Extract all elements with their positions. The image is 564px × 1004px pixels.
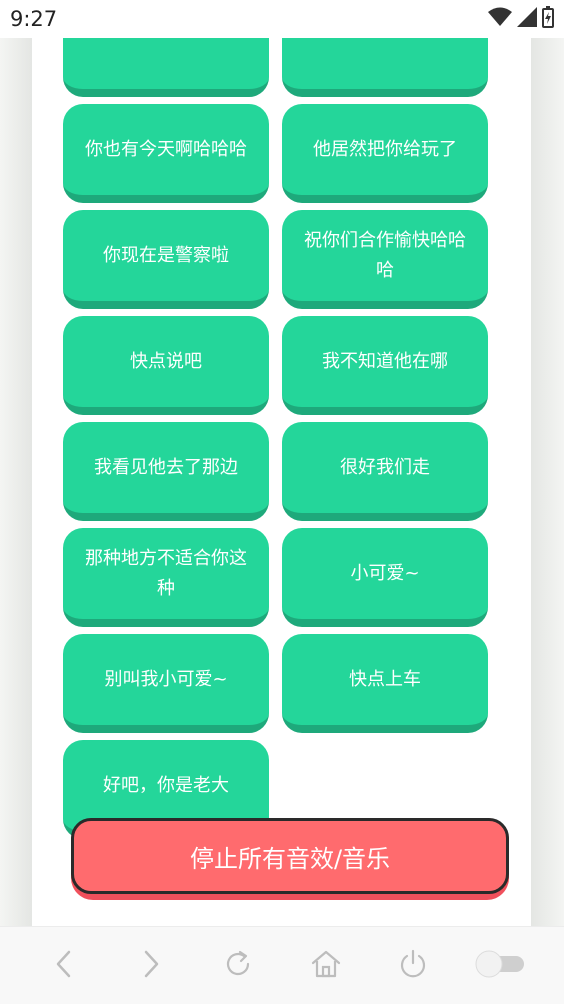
toggle-switch[interactable] bbox=[472, 938, 528, 994]
sound-button[interactable]: 小可爱~ bbox=[282, 528, 488, 627]
home-button[interactable] bbox=[298, 938, 354, 994]
power-button[interactable] bbox=[385, 938, 441, 994]
sound-button[interactable]: 我不知道他在哪 bbox=[282, 316, 488, 415]
back-icon bbox=[53, 949, 75, 983]
refresh-button[interactable] bbox=[210, 938, 266, 994]
webview-content[interactable]: 你也有今天啊哈哈哈 他居然把你给玩了 你现在是警察啦 祝你们合作愉快哈哈哈 快点… bbox=[32, 38, 531, 926]
forward-icon bbox=[140, 949, 162, 983]
sound-button[interactable]: 我看见他去了那边 bbox=[63, 422, 269, 521]
sound-button[interactable]: 很好我们走 bbox=[282, 422, 488, 521]
forward-button[interactable] bbox=[123, 938, 179, 994]
back-button[interactable] bbox=[36, 938, 92, 994]
status-bar: 9:27 bbox=[0, 0, 564, 38]
left-edge bbox=[0, 38, 32, 926]
stop-all-sounds-button[interactable]: 停止所有音效/音乐 bbox=[71, 818, 509, 894]
sound-button[interactable]: 你也有今天啊哈哈哈 bbox=[63, 104, 269, 203]
sound-button[interactable]: 那种地方不适合你这种 bbox=[63, 528, 269, 627]
stop-button-shadow: 停止所有音效/音乐 bbox=[71, 818, 509, 900]
sound-button[interactable]: 快点说吧 bbox=[63, 316, 269, 415]
home-icon bbox=[310, 948, 342, 984]
sound-button[interactable]: 他居然把你给玩了 bbox=[282, 104, 488, 203]
signal-icon bbox=[517, 7, 537, 31]
status-icons bbox=[488, 6, 554, 32]
battery-icon bbox=[542, 6, 554, 32]
sound-button[interactable]: 你现在是警察啦 bbox=[63, 210, 269, 309]
right-edge bbox=[531, 38, 564, 926]
wifi-icon bbox=[488, 7, 512, 31]
sound-button[interactable] bbox=[63, 38, 269, 97]
sound-button[interactable]: 快点上车 bbox=[282, 634, 488, 733]
power-icon bbox=[397, 948, 429, 984]
sound-button[interactable] bbox=[282, 38, 488, 97]
refresh-icon bbox=[222, 948, 254, 984]
status-time: 9:27 bbox=[10, 7, 58, 31]
toggle-icon bbox=[472, 948, 528, 984]
sound-button[interactable]: 祝你们合作愉快哈哈哈 bbox=[282, 210, 488, 309]
sound-button[interactable]: 别叫我小可爱~ bbox=[63, 634, 269, 733]
browser-nav-bar bbox=[0, 926, 564, 1004]
sound-button-grid: 你也有今天啊哈哈哈 他居然把你给玩了 你现在是警察啦 祝你们合作愉快哈哈哈 快点… bbox=[63, 38, 489, 839]
